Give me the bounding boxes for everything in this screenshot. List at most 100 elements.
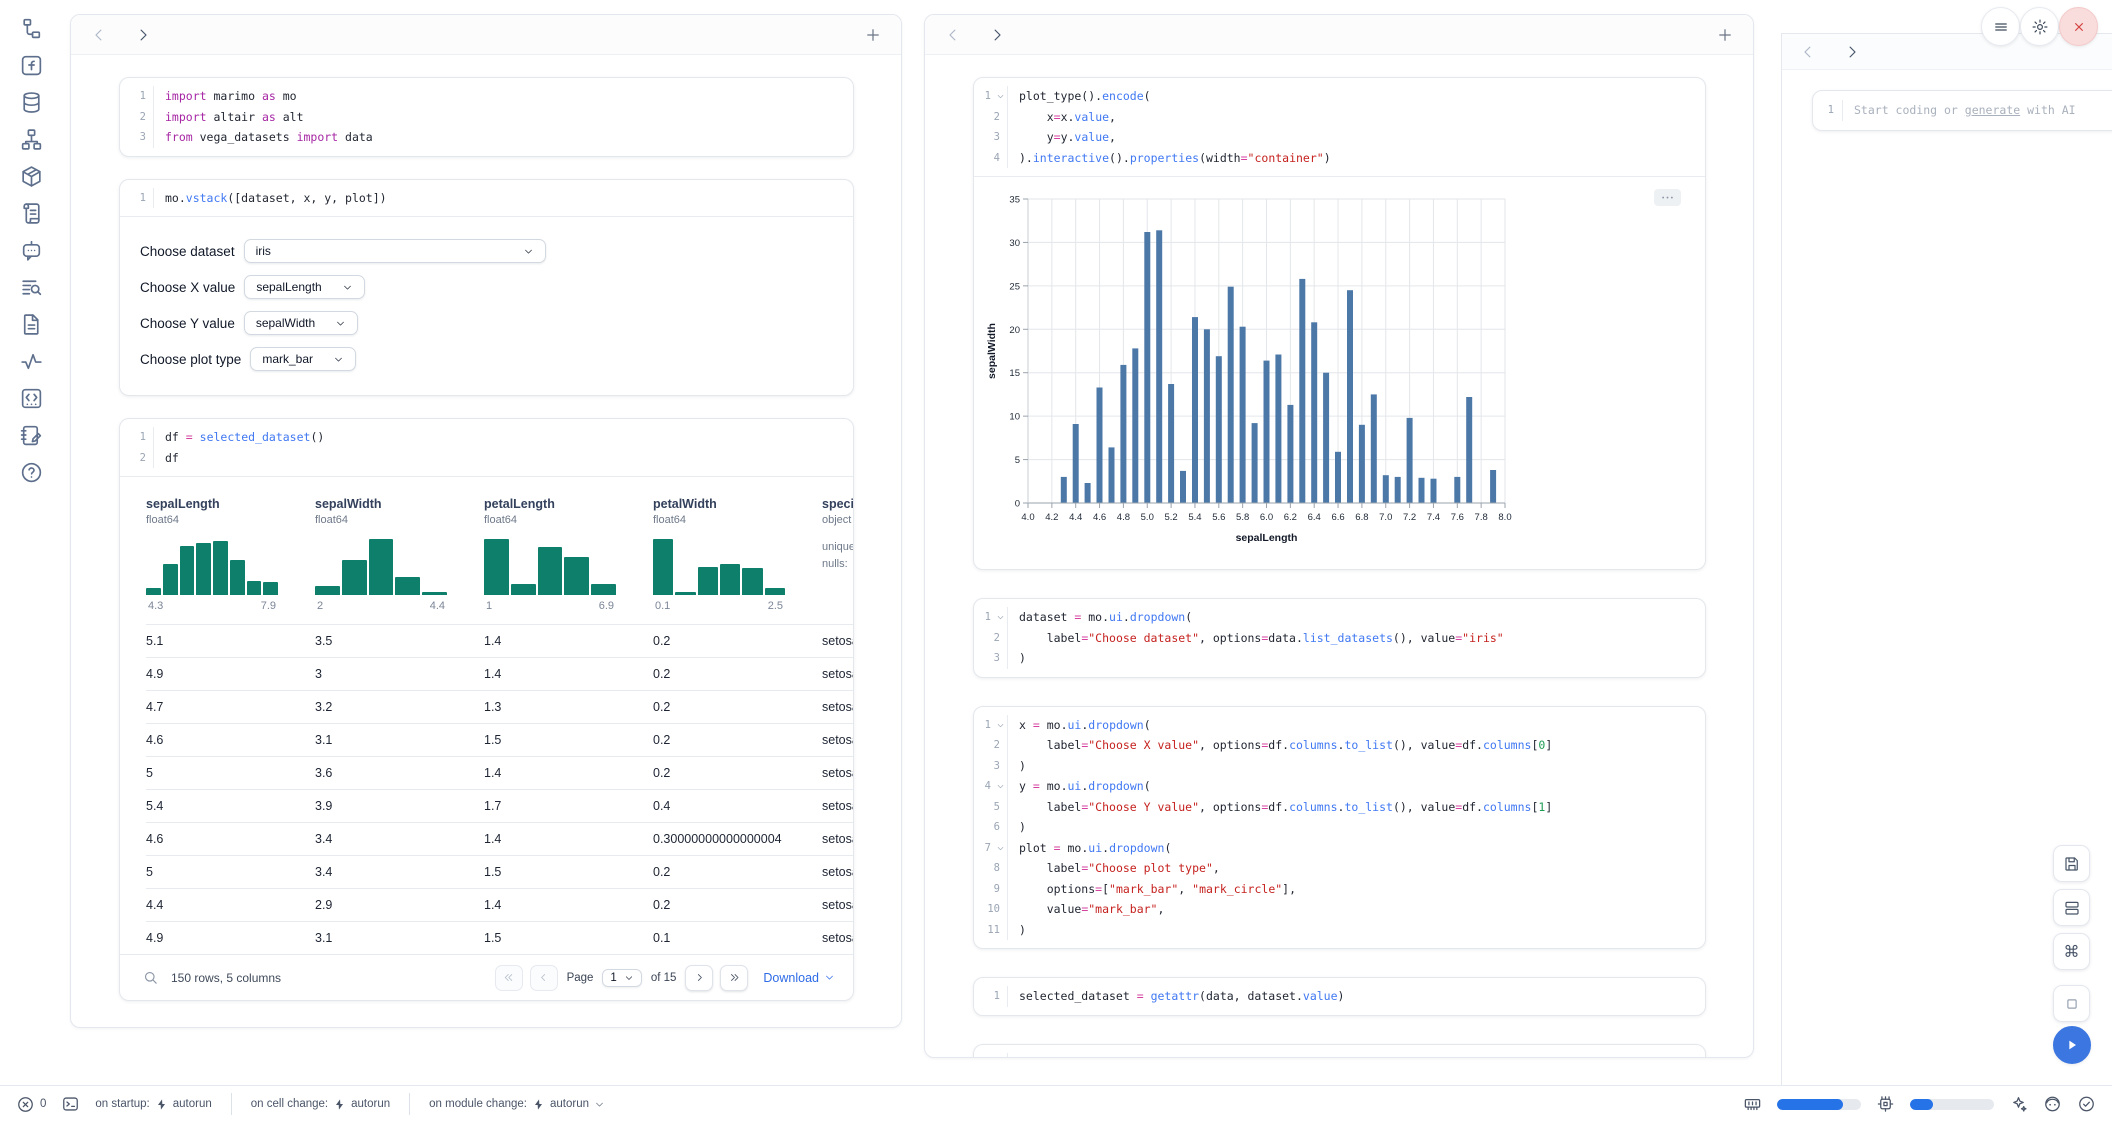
scratchpad-cell[interactable]: 1 Start coding or generate with AI <box>1812 90 2112 131</box>
table-cell: setosa <box>822 700 853 714</box>
fold-chevron-icon[interactable] <box>996 844 1005 853</box>
svg-text:5.2: 5.2 <box>1164 512 1177 523</box>
table-cell: 3.1 <box>315 733 484 747</box>
svg-text:4.8: 4.8 <box>1117 512 1130 523</box>
fold-chevron-icon[interactable] <box>996 92 1005 101</box>
column-dtype: float64 <box>653 514 822 526</box>
dropdown-label: Choose dataset <box>140 244 235 259</box>
dropdown-value: iris <box>256 244 271 258</box>
panel-back-button[interactable] <box>1798 42 1818 62</box>
activity-icon[interactable] <box>19 349 44 374</box>
prev-page-button[interactable] <box>530 965 558 991</box>
table-cell: 1.3 <box>484 700 653 714</box>
svg-text:6.4: 6.4 <box>1308 512 1321 523</box>
log-search-icon[interactable] <box>19 275 44 300</box>
svg-text:5.6: 5.6 <box>1212 512 1225 523</box>
dropdown-select-sepalLength[interactable]: sepalLength <box>244 275 364 299</box>
add-cell-button[interactable] <box>1715 25 1735 45</box>
fold-chevron-icon[interactable] <box>996 613 1005 622</box>
runtime-config-2[interactable]: on cell change:autorun <box>251 1098 390 1111</box>
close-button[interactable] <box>2059 7 2098 46</box>
generate-link[interactable]: generate <box>1965 103 2020 117</box>
search-icon[interactable] <box>142 969 159 986</box>
notebook-pen-icon[interactable] <box>19 423 44 448</box>
table-cell: 0.2 <box>653 733 822 747</box>
svg-text:5.8: 5.8 <box>1236 512 1249 523</box>
function-square-icon[interactable] <box>19 53 44 78</box>
panel-forward-button[interactable] <box>987 25 1007 45</box>
save-button[interactable] <box>2053 845 2090 882</box>
code-editor[interactable]: 1mo.vstack([dataset, x, y, plot]) <box>120 180 853 217</box>
next-page-button[interactable] <box>685 965 713 991</box>
command-palette-button[interactable]: ⌘ <box>2053 933 2090 970</box>
column-histogram <box>484 537 616 595</box>
check-circle-icon[interactable] <box>2077 1095 2096 1114</box>
dropdown-select-mark_bar[interactable]: mark_bar <box>250 347 356 371</box>
last-page-button[interactable] <box>720 965 748 991</box>
menu-button[interactable] <box>1981 7 2020 46</box>
runtime-config-1[interactable]: on startup:autorun <box>95 1098 211 1111</box>
histogram-bar <box>263 582 278 595</box>
chart-menu-button[interactable] <box>1654 189 1681 206</box>
code-line: 1x = mo.ui.dropdown( <box>974 715 1695 736</box>
file-tree-icon[interactable] <box>19 16 44 41</box>
code-editor[interactable]: 1dataset = mo.ui.dropdown(2 label="Choos… <box>974 599 1705 677</box>
line-number: 6 <box>974 817 1008 838</box>
code-line: 2df <box>120 448 843 469</box>
error-indicator[interactable]: 0 <box>16 1095 46 1114</box>
code-editor[interactable]: 1plot_type = getattr(alt.Chart(df), plot… <box>974 1045 1705 1059</box>
middle-notebook-panel: 1plot_type().encode(2 x=x.value,3 y=y.va… <box>924 14 1754 1058</box>
table-cell: setosa <box>822 865 853 879</box>
sitemap-icon[interactable] <box>19 127 44 152</box>
line-number: 10 <box>974 899 1008 920</box>
settings-button[interactable] <box>2020 7 2059 46</box>
histogram-bar <box>230 560 245 595</box>
table-cell: setosa <box>822 766 853 780</box>
stop-button[interactable] <box>2053 985 2090 1022</box>
dropdown-select-sepalWidth[interactable]: sepalWidth <box>244 311 358 335</box>
scroll-icon[interactable] <box>19 201 44 226</box>
code-editor[interactable]: 1import marimo as mo2import altair as al… <box>120 78 853 156</box>
download-button[interactable]: Download <box>763 971 835 985</box>
chart-output[interactable]: 4.04.24.44.64.85.05.25.45.65.86.06.26.46… <box>974 177 1705 569</box>
layout-button[interactable] <box>2053 889 2090 926</box>
svg-text:7.4: 7.4 <box>1427 512 1440 523</box>
sparkles-icon[interactable] <box>2009 1095 2028 1114</box>
package-icon[interactable] <box>19 164 44 189</box>
code-editor[interactable]: 1selected_dataset = getattr(data, datase… <box>974 978 1705 1015</box>
robot-icon[interactable] <box>2043 1095 2062 1114</box>
dropdown-select-iris[interactable]: iris <box>244 239 546 263</box>
first-page-button[interactable] <box>495 965 523 991</box>
page-select[interactable]: 1 <box>602 969 641 987</box>
runtime-config-3[interactable]: on module change:autorun <box>429 1098 605 1111</box>
terminal-icon[interactable] <box>61 1095 80 1114</box>
code-editor[interactable]: 1df = selected_dataset()2df <box>120 419 853 476</box>
run-all-button[interactable] <box>2053 1026 2091 1064</box>
code-editor[interactable]: 1plot_type().encode(2 x=x.value,3 y=y.va… <box>974 78 1705 176</box>
database-icon[interactable] <box>19 90 44 115</box>
lightning-bolt-icon <box>532 1098 545 1111</box>
file-text-icon[interactable] <box>19 312 44 337</box>
range-min: 4.3 <box>148 600 163 612</box>
panel-back-button[interactable] <box>89 25 109 45</box>
svg-text:30: 30 <box>1009 238 1020 249</box>
panel-back-button[interactable] <box>943 25 963 45</box>
table-cell: 4.9 <box>146 667 315 681</box>
panel-forward-button[interactable] <box>1842 42 1862 62</box>
fold-chevron-icon[interactable] <box>996 782 1005 791</box>
table-row: 4.63.11.50.2setosa <box>146 723 853 756</box>
code-square-icon[interactable] <box>19 386 44 411</box>
column-dtype: float64 <box>146 514 315 526</box>
panel-forward-button[interactable] <box>133 25 153 45</box>
bar-chart[interactable]: 4.04.24.44.64.85.05.25.45.65.86.06.26.46… <box>982 189 1715 561</box>
code-editor[interactable]: 1x = mo.ui.dropdown(2 label="Choose X va… <box>974 707 1705 949</box>
svg-text:35: 35 <box>1009 195 1020 206</box>
close-icon <box>2070 18 2088 36</box>
add-cell-button[interactable] <box>863 25 883 45</box>
table-cell: 1.4 <box>484 667 653 681</box>
histogram-bar <box>247 581 262 595</box>
line-number: 2 <box>974 735 1008 756</box>
fold-chevron-icon[interactable] <box>996 721 1005 730</box>
help-circle-icon[interactable] <box>19 460 44 485</box>
bot-icon[interactable] <box>19 238 44 263</box>
